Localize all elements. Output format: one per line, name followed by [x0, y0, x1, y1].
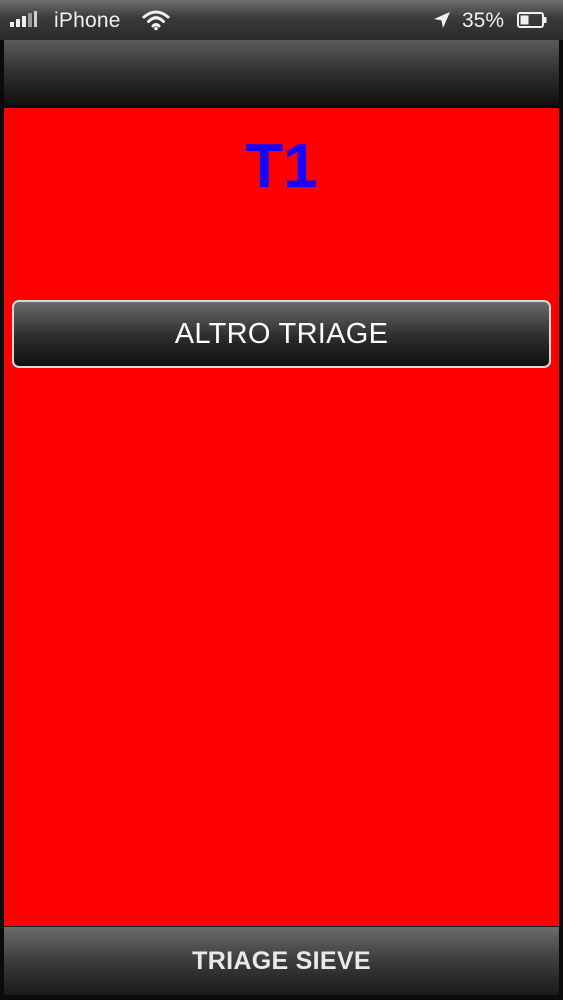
location-arrow-icon [434, 12, 450, 28]
altro-triage-button[interactable]: ALTRO TRIAGE [12, 300, 551, 368]
phone-screen: iPhone 35% T1 ALTRO TRIAGE TRIAGE SIEVE [0, 0, 563, 1000]
triage-result-panel: T1 ALTRO TRIAGE [4, 108, 559, 926]
tab-triage-sieve-label: TRIAGE SIEVE [192, 946, 371, 975]
carrier-name: iPhone [54, 9, 121, 32]
triage-category-label: T1 [245, 132, 318, 201]
wifi-icon [142, 10, 170, 31]
battery-icon [517, 12, 547, 28]
tab-triage-sieve[interactable]: TRIAGE SIEVE [4, 926, 559, 995]
battery-percent: 35% [462, 9, 505, 32]
navigation-bar [4, 40, 559, 108]
status-bar: iPhone 35% [0, 0, 563, 40]
signal-icon [10, 11, 37, 27]
